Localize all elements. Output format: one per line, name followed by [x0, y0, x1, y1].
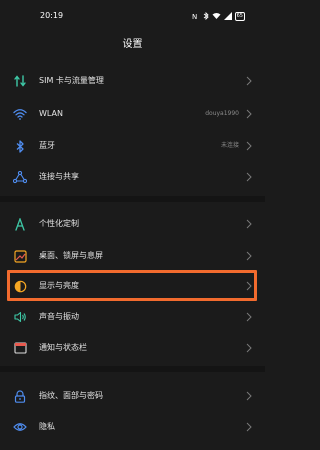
- settings-item-label: WLAN: [39, 109, 64, 118]
- chevron-right-icon: [245, 312, 253, 322]
- chevron-right-icon: [245, 391, 253, 401]
- settings-item-label: 蓝牙: [39, 141, 55, 150]
- settings-item-wlan[interactable]: WLAN douya1990: [0, 100, 265, 128]
- settings-item-desktop-lockscreen[interactable]: 桌面、锁屏与息屏: [0, 242, 265, 270]
- battery-icon: 65: [234, 11, 245, 21]
- settings-item-label: SIM 卡与流量管理: [39, 76, 104, 85]
- svg-text:N: N: [192, 13, 197, 20]
- settings-item-label: 连接与共享: [39, 172, 79, 181]
- settings-item-label: 个性化定制: [39, 219, 79, 228]
- settings-item-sim[interactable]: SIM 卡与流量管理: [0, 67, 265, 95]
- sound-vibration-icon: [12, 309, 28, 325]
- settings-item-notification-statusbar[interactable]: 通知与状态栏: [0, 334, 265, 362]
- chevron-right-icon: [245, 343, 253, 353]
- settings-item-label: 指纹、面部与密码: [39, 391, 103, 400]
- settings-item-label: 通知与状态栏: [39, 343, 87, 352]
- signal-status-icon: [223, 12, 232, 20]
- group-divider: [0, 196, 265, 202]
- chevron-right-icon: [245, 251, 253, 261]
- settings-item-label: 隐私: [39, 422, 55, 431]
- chevron-right-icon: [245, 219, 253, 229]
- notification-statusbar-icon: [12, 340, 28, 356]
- page-title: 设置: [122, 39, 143, 50]
- chevron-right-icon: [245, 109, 253, 119]
- privacy-icon: [12, 419, 28, 435]
- settings-item-bluetooth[interactable]: 蓝牙 未连接: [0, 132, 265, 160]
- fingerprint-lock-icon: [12, 388, 28, 404]
- bluetooth-status-icon: [203, 12, 209, 20]
- chevron-right-icon: [245, 422, 253, 432]
- chevron-right-icon: [245, 76, 253, 86]
- bluetooth-icon: [12, 138, 28, 154]
- personalize-icon: [12, 216, 28, 232]
- status-bar: 20:19 N 65: [0, 0, 265, 30]
- settings-item-personalize[interactable]: 个性化定制: [0, 210, 265, 238]
- settings-item-value: 未连接: [220, 142, 239, 149]
- settings-item-label: 声音与振动: [39, 312, 79, 321]
- chevron-right-icon: [245, 141, 253, 151]
- desktop-lockscreen-icon: [12, 248, 28, 264]
- wifi-icon: [12, 106, 28, 122]
- sim-traffic-icon: [12, 73, 28, 89]
- chevron-right-icon: [245, 172, 253, 182]
- nfc-icon: N: [192, 12, 200, 20]
- settings-item-value: douya1990: [205, 110, 239, 117]
- settings-item-label: 桌面、锁屏与息屏: [39, 251, 103, 260]
- highlight-box: [7, 270, 257, 301]
- status-icons: N 65: [192, 10, 245, 22]
- settings-item-fingerprint-face-password[interactable]: 指纹、面部与密码: [0, 382, 265, 410]
- settings-item-connection-share[interactable]: 连接与共享: [0, 163, 265, 191]
- status-time: 20:19: [40, 11, 64, 20]
- connection-share-icon: [12, 169, 28, 185]
- group-divider: [0, 366, 265, 372]
- settings-item-sound-vibration[interactable]: 声音与振动: [0, 303, 265, 331]
- wifi-status-icon: [212, 12, 221, 20]
- settings-item-privacy[interactable]: 隐私: [0, 413, 265, 441]
- battery-level: 65: [236, 12, 243, 19]
